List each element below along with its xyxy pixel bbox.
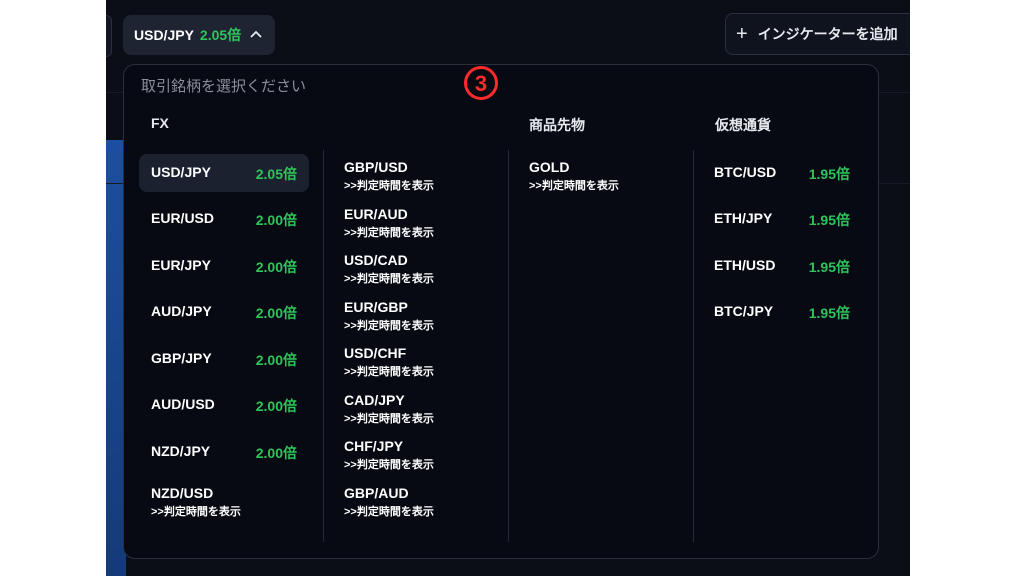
symbol-name: CHF/JPY [344,438,404,454]
toolbar-button-edge[interactable] [106,15,112,57]
symbol-multiplier: 2.00倍 [255,352,297,368]
symbol-item-gold[interactable]: GOLD >>判定時間を表示 [517,156,687,194]
column-divider [508,150,509,542]
symbol-item-eur-jpy[interactable]: EUR/JPY 2.00倍 [139,247,309,285]
show-judgement-time-link[interactable]: >>判定時間を表示 [344,177,434,193]
show-judgement-time-link[interactable]: >>判定時間を表示 [344,410,434,426]
symbol-multiplier: 1.95倍 [808,166,850,182]
symbol-item-aud-usd[interactable]: AUD/USD 2.00倍 [139,386,309,424]
symbol-item-nzd-jpy[interactable]: NZD/JPY 2.00倍 [139,433,309,471]
chevron-up-icon [250,30,262,38]
category-commodity: 商品先物 [529,117,585,133]
symbol-item-eur-usd[interactable]: EUR/USD 2.00倍 [139,200,309,238]
symbol-item-eth-jpy[interactable]: ETH/JPY 1.95倍 [702,200,862,238]
symbol-multiplier: 2.05倍 [199,27,242,43]
symbol-multiplier: 2.00倍 [255,305,297,321]
symbol-multiplier: 2.05倍 [255,166,297,182]
symbol-label: USD/JPY [134,27,194,43]
show-judgement-time-link[interactable]: >>判定時間を表示 [344,456,434,472]
show-judgement-time-link[interactable]: >>判定時間を表示 [344,363,434,379]
symbol-name: EUR/JPY [151,257,211,273]
symbol-multiplier: 2.00倍 [255,259,297,275]
symbol-name: CAD/JPY [344,392,405,408]
symbol-name: NZD/USD [151,485,214,501]
symbol-item-aud-jpy[interactable]: AUD/JPY 2.00倍 [139,293,309,331]
symbol-item-btc-usd[interactable]: BTC/USD 1.95倍 [702,154,862,192]
show-judgement-time-link[interactable]: >>判定時間を表示 [344,224,434,240]
symbol-item-chf-jpy[interactable]: CHF/JPY >>判定時間を表示 [332,435,502,473]
symbol-name: BTC/JPY [714,303,774,319]
symbol-search-placeholder[interactable]: 取引銘柄を選択ください [141,75,306,96]
symbol-item-eur-gbp[interactable]: EUR/GBP >>判定時間を表示 [332,296,502,334]
column-divider [323,150,324,542]
symbol-multiplier: 1.95倍 [808,259,850,275]
show-judgement-time-link[interactable]: >>判定時間を表示 [344,270,434,286]
symbol-dropdown-panel: 取引銘柄を選択ください 3 FX 商品先物 仮想通貨 USD/JPY 2.05倍… [123,64,879,559]
symbol-item-btc-jpy[interactable]: BTC/JPY 1.95倍 [702,293,862,331]
show-judgement-time-link[interactable]: >>判定時間を表示 [529,177,619,193]
show-judgement-time-link[interactable]: >>判定時間を表示 [344,317,434,333]
symbol-name: GOLD [529,159,570,175]
trading-app: USD/JPY 2.05倍 + インジケーターを追加 取引銘柄を選択ください 3… [106,0,910,576]
symbol-item-usd-cad[interactable]: USD/CAD >>判定時間を表示 [332,249,502,287]
symbol-name: NZD/JPY [151,443,211,459]
symbol-selector-button[interactable]: USD/JPY 2.05倍 [123,15,275,55]
category-crypto: 仮想通貨 [715,117,771,133]
show-judgement-time-link[interactable]: >>判定時間を表示 [344,503,434,519]
symbol-name: GBP/AUD [344,485,409,501]
symbol-name: ETH/USD [714,257,776,273]
step-marker-circled-number: 3 [464,66,498,100]
symbol-item-cad-jpy[interactable]: CAD/JPY >>判定時間を表示 [332,389,502,427]
symbol-item-eur-aud[interactable]: EUR/AUD >>判定時間を表示 [332,203,502,241]
symbol-name: GBP/USD [344,159,408,175]
symbol-item-usd-chf[interactable]: USD/CHF >>判定時間を表示 [332,342,502,380]
symbol-multiplier: 2.00倍 [255,212,297,228]
symbol-item-usd-jpy[interactable]: USD/JPY 2.05倍 [139,154,309,192]
plus-icon: + [736,22,748,45]
symbol-name: USD/JPY [151,164,211,180]
symbol-name: AUD/JPY [151,303,212,319]
symbol-item-eth-usd[interactable]: ETH/USD 1.95倍 [702,247,862,285]
symbol-multiplier: 2.00倍 [255,445,297,461]
symbol-item-gbp-jpy[interactable]: GBP/JPY 2.00倍 [139,340,309,378]
symbol-name: EUR/AUD [344,206,408,222]
symbol-item-gbp-aud[interactable]: GBP/AUD >>判定時間を表示 [332,482,502,520]
symbol-name: EUR/GBP [344,299,408,315]
symbol-name: EUR/USD [151,210,215,226]
symbol-multiplier: 1.95倍 [808,212,850,228]
add-indicator-button[interactable]: + インジケーターを追加 [725,13,910,55]
symbol-name: USD/CHF [344,345,407,361]
symbol-multiplier: 2.00倍 [255,398,297,414]
add-indicator-label: インジケーターを追加 [757,26,898,42]
show-judgement-time-link[interactable]: >>判定時間を表示 [151,503,241,519]
symbol-name: GBP/JPY [151,350,212,366]
symbol-name: ETH/JPY [714,210,773,226]
svg-text:3: 3 [475,71,487,96]
symbol-name: AUD/USD [151,396,215,412]
category-fx: FX [151,115,169,131]
symbol-multiplier: 1.95倍 [808,305,850,321]
symbol-item-nzd-usd[interactable]: NZD/USD >>判定時間を表示 [139,482,309,520]
symbol-item-gbp-usd[interactable]: GBP/USD >>判定時間を表示 [332,156,502,194]
symbol-name: USD/CAD [344,252,408,268]
column-divider [693,150,694,542]
symbol-name: BTC/USD [714,164,777,180]
